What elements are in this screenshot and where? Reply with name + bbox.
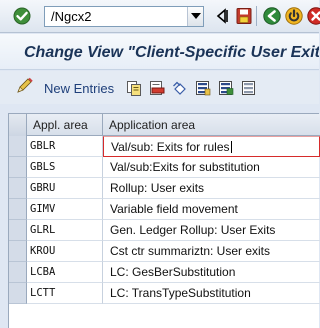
select-block-icon[interactable] — [218, 80, 234, 96]
row-selector[interactable] — [9, 136, 27, 157]
red-cancel-icon[interactable] — [306, 6, 320, 26]
application-area-input[interactable]: Cst ctr summariztn: User exits — [103, 241, 320, 262]
select-all-rows-cell[interactable] — [9, 114, 27, 136]
new-entries-label: New Entries — [44, 80, 115, 96]
deselect-icon[interactable] — [241, 80, 257, 96]
text-cursor — [230, 141, 232, 153]
application-area-input[interactable]: LC: TransTypeSubstitution — [103, 283, 320, 304]
appl-area-cell: GLRL — [27, 220, 103, 241]
page-title: Change View "Client-Specific User Exits"… — [24, 44, 319, 61]
table-row: LCTT LC: TransTypeSubstitution — [9, 283, 320, 304]
row-selector[interactable] — [9, 157, 27, 178]
row-selector[interactable] — [9, 178, 27, 199]
application-area-input[interactable]: Variable field movement — [103, 199, 320, 220]
appl-area-cell: GBLS — [27, 157, 103, 178]
appl-area-cell: GBLR — [27, 136, 103, 157]
column-header-appl-area[interactable]: Appl. area — [27, 114, 103, 136]
application-area-input[interactable]: Val/sub: Exits for rules — [103, 136, 320, 157]
back-arrow-icon[interactable] — [212, 6, 232, 26]
table-row: KROU Cst ctr summariztn: User exits — [9, 241, 320, 262]
green-back-icon[interactable] — [262, 6, 282, 26]
command-toolbar: /Ngcx2 — [0, 0, 320, 33]
appl-area-cell: GBRU — [27, 178, 103, 199]
table-row: GIMV Variable field movement — [9, 199, 320, 220]
appl-area-cell: LCTT — [27, 283, 103, 304]
application-area-input[interactable]: Rollup: User exits — [103, 178, 320, 199]
application-area-input[interactable]: Gen. Ledger Rollup: User Exits — [103, 220, 320, 241]
appl-area-cell: GIMV — [27, 199, 103, 220]
application-area-input[interactable]: LC: GesBerSubstitution — [103, 262, 320, 283]
delete-icon[interactable] — [149, 80, 165, 96]
row-selector[interactable] — [9, 241, 27, 262]
row-selector[interactable] — [9, 199, 27, 220]
select-all-icon[interactable] — [195, 80, 211, 96]
save-icon[interactable] — [234, 6, 254, 26]
column-header-application-area[interactable]: Application area — [103, 114, 320, 136]
toolbar-separator — [256, 6, 257, 26]
new-entries-button[interactable]: New Entries — [16, 77, 115, 99]
pencil-icon — [16, 77, 34, 99]
table-row: GBLS Val/sub:Exits for substitution — [9, 157, 320, 178]
enter-checkmark-icon[interactable] — [12, 6, 32, 26]
screen-title-bar: Change View "Client-Specific User Exits"… — [0, 34, 319, 70]
application-area-value: Val/sub: Exits for rules — [111, 140, 230, 154]
application-area-input[interactable]: Val/sub:Exits for substitution — [103, 157, 320, 178]
table-header: Appl. area Application area — [9, 114, 320, 136]
row-selector[interactable] — [9, 283, 27, 304]
appl-area-cell: KROU — [27, 241, 103, 262]
table-row: GBLR Val/sub: Exits for rules — [9, 136, 320, 157]
command-history-dropdown[interactable] — [187, 7, 203, 26]
command-field[interactable]: /Ngcx2 — [44, 6, 204, 27]
application-toolbar: New Entries — [0, 71, 319, 104]
table-control: Appl. area Application area GBLR Val/sub… — [8, 113, 320, 328]
table-row: LCBA LC: GesBerSubstitution — [9, 262, 320, 283]
table-row: GBRU Rollup: User exits — [9, 178, 320, 199]
copy-icon[interactable] — [126, 80, 142, 96]
table-row: GLRL Gen. Ledger Rollup: User Exits — [9, 220, 320, 241]
undo-icon[interactable] — [172, 80, 188, 96]
yellow-exit-icon[interactable] — [284, 6, 304, 26]
row-selector[interactable] — [9, 220, 27, 241]
row-selector[interactable] — [9, 262, 27, 283]
appl-area-cell: LCBA — [27, 262, 103, 283]
